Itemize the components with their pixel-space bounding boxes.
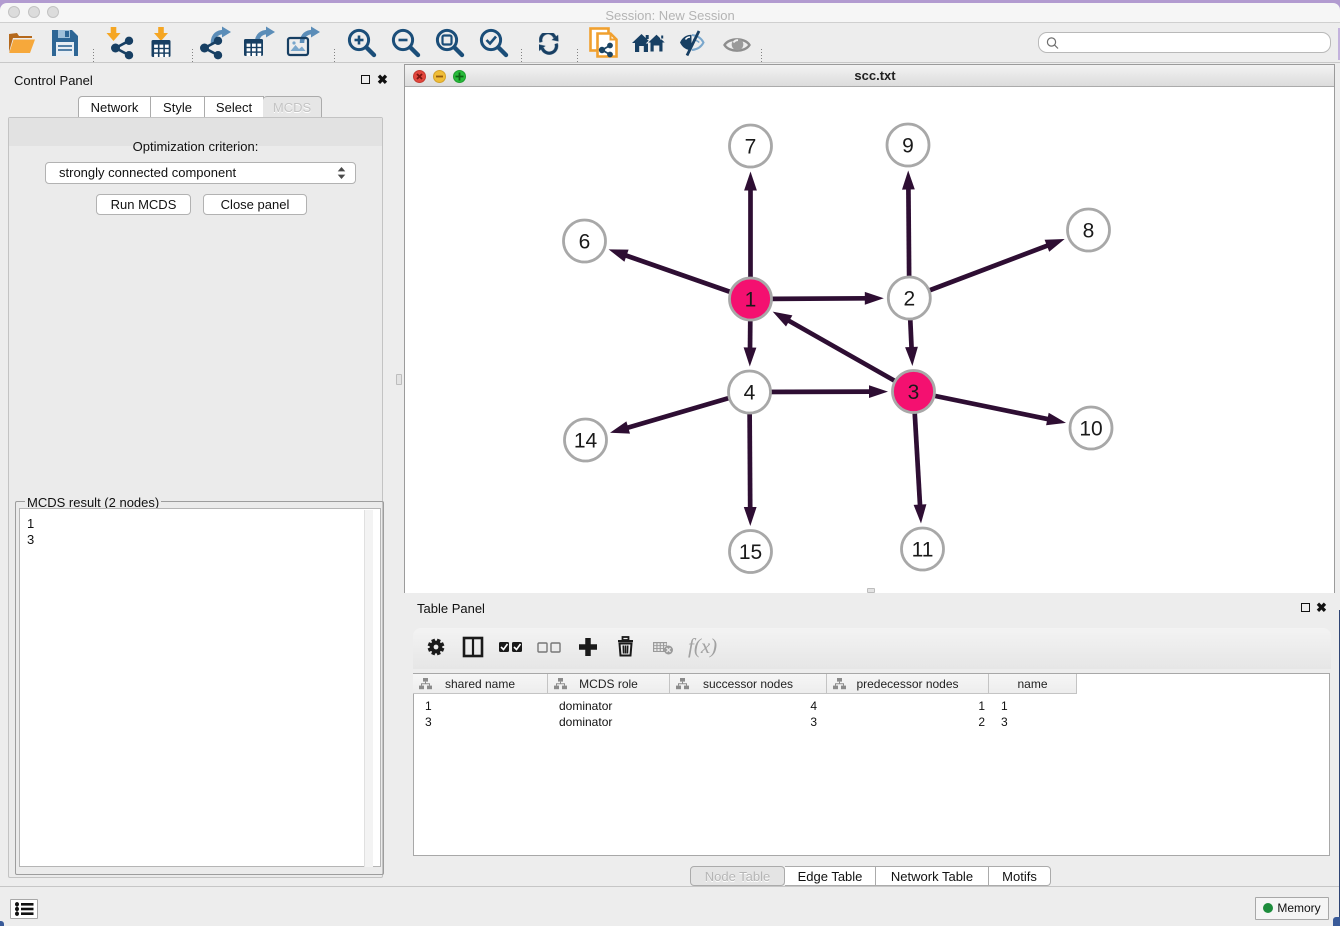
svg-text:15: 15 bbox=[739, 541, 762, 564]
svg-text:11: 11 bbox=[912, 539, 934, 562]
svg-text:7: 7 bbox=[745, 136, 757, 159]
svg-text:10: 10 bbox=[1079, 418, 1102, 441]
svg-text:3: 3 bbox=[908, 381, 920, 404]
svg-text:14: 14 bbox=[574, 430, 598, 453]
svg-text:6: 6 bbox=[579, 231, 591, 254]
svg-text:8: 8 bbox=[1083, 220, 1095, 243]
svg-text:9: 9 bbox=[902, 135, 914, 158]
svg-text:1: 1 bbox=[745, 289, 757, 312]
svg-text:4: 4 bbox=[744, 382, 756, 405]
svg-text:2: 2 bbox=[903, 288, 915, 311]
